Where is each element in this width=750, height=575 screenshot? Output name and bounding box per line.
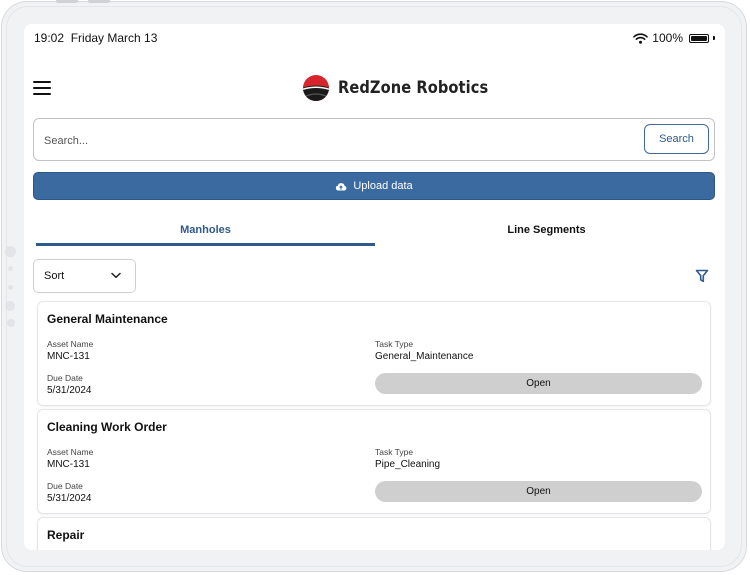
tab-manholes[interactable]: Manholes (36, 214, 375, 245)
tab-bar: Manholes Line Segments (36, 214, 716, 247)
hardware-button-side-2 (5, 301, 15, 311)
sort-dropdown[interactable]: Sort (33, 259, 136, 293)
task-type-value: Pipe_Cleaning (375, 459, 441, 470)
open-button[interactable]: Open (375, 373, 702, 394)
status-indicators: 100% (633, 31, 715, 45)
redzone-logo-icon (303, 75, 329, 101)
due-date-label: Due Date (47, 481, 83, 491)
due-date-value: 5/31/2024 (47, 385, 92, 396)
task-type-label: Task Type (375, 447, 414, 457)
upload-data-button[interactable]: Upload data (33, 172, 715, 200)
menu-icon[interactable] (33, 81, 51, 95)
chevron-down-icon (111, 272, 121, 279)
search-button[interactable]: Search (644, 124, 709, 154)
asset-name-label: Asset Name (47, 339, 94, 349)
hardware-button-side-1 (5, 246, 16, 257)
hardware-button-side-3 (7, 319, 15, 327)
work-order-title: Cleaning Work Order (47, 420, 167, 434)
app-screen: 19:02 Friday March 13 100% RedZone Robot… (24, 24, 725, 550)
asset-name-label: Asset Name (47, 447, 94, 457)
battery-cap (713, 36, 715, 40)
due-date-label: Due Date (47, 373, 83, 383)
status-bar: 19:02 Friday March 13 100% (34, 31, 715, 49)
battery-icon (689, 33, 709, 43)
battery-percentage: 100% (652, 31, 683, 45)
battery-level (691, 35, 707, 41)
work-order-title: General Maintenance (47, 312, 168, 326)
status-time: 19:02 (34, 31, 65, 45)
wifi-icon (633, 32, 649, 44)
work-order-card[interactable]: General Maintenance Asset Name MNC-131 D… (38, 302, 710, 405)
asset-name-value: MNC-131 (47, 459, 90, 470)
task-type-label: Task Type (375, 339, 414, 349)
asset-name-value: MNC-131 (47, 351, 90, 362)
status-date: Friday March 13 (70, 31, 158, 45)
search-input[interactable] (35, 120, 646, 161)
app-logo: RedZone Robotics (302, 73, 513, 103)
work-order-card[interactable]: Repair (38, 518, 710, 550)
search-bar: Search (33, 118, 715, 161)
work-order-title: Repair (47, 528, 85, 542)
due-date-value: 5/31/2024 (47, 493, 92, 504)
sort-label: Sort (44, 270, 65, 282)
work-order-card[interactable]: Cleaning Work Order Asset Name MNC-131 D… (38, 410, 710, 513)
tab-line-segments[interactable]: Line Segments (377, 214, 716, 245)
status-time-date: 19:02 Friday March 13 (34, 31, 157, 45)
hardware-sensor-side-1 (8, 266, 13, 271)
hardware-button-top-1 (56, 0, 78, 3)
open-button[interactable]: Open (375, 481, 702, 502)
cloud-upload-icon (336, 182, 347, 190)
hardware-sensor-side-2 (8, 285, 13, 290)
task-type-value: General_Maintenance (375, 351, 474, 362)
upload-data-label: Upload data (353, 180, 413, 192)
app-name: RedZone Robotics (338, 78, 489, 98)
hardware-button-top-2 (88, 0, 110, 3)
active-tab-indicator (36, 243, 375, 246)
filter-icon[interactable] (695, 269, 709, 283)
